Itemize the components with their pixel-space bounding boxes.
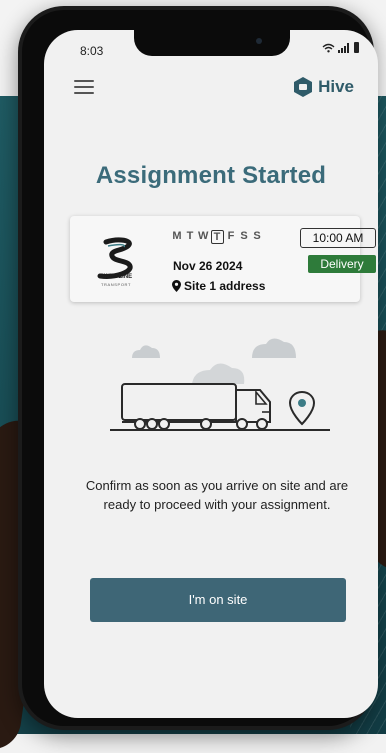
day-s: S	[240, 230, 249, 242]
im-on-site-button[interactable]: I'm on site	[90, 578, 346, 622]
cloud-icon	[192, 363, 245, 384]
day-s2: S	[253, 230, 262, 242]
location-pin-icon	[288, 390, 316, 426]
confirm-message: Confirm as soon as you arrive on site an…	[85, 478, 349, 512]
cloud-icon	[252, 338, 296, 358]
day-m: M	[172, 230, 183, 242]
signal-icon	[338, 42, 349, 53]
phone-frame: 8:03 Hive Assignment Started SWIFTLINE T…	[18, 6, 378, 730]
camera-icon	[256, 38, 262, 44]
wifi-icon	[322, 43, 335, 52]
truck-illustration	[110, 338, 330, 431]
menu-icon[interactable]	[74, 80, 96, 96]
phone-screen: 8:03 Hive Assignment Started SWIFTLINE T…	[44, 30, 378, 718]
company-logo-sub: TRANSPORT	[101, 282, 131, 287]
battery-icon	[354, 42, 359, 53]
status-time: 8:03	[80, 44, 104, 58]
assignment-time: 10:00 AM	[300, 228, 376, 248]
assignment-date: Nov 26 2024	[173, 259, 243, 273]
brand-name: Hive	[318, 77, 354, 96]
address-text: Site 1 address	[184, 279, 266, 293]
notch	[134, 30, 290, 56]
status-badge: Delivery	[308, 255, 376, 273]
company-logo-text: SWIFTLINE	[99, 274, 133, 280]
brand-logo: Hive	[292, 76, 354, 98]
map-pin-icon	[172, 280, 181, 292]
day-w: W	[198, 230, 210, 242]
day-t: T	[186, 230, 195, 242]
hive-hex-icon	[294, 77, 313, 97]
page-title: Assignment Started	[95, 162, 327, 189]
day-f: F	[227, 230, 236, 242]
weekday-selector: M T W T F S S	[172, 230, 263, 244]
cloud-icon	[132, 345, 160, 358]
assignment-address: Site 1 address	[172, 279, 265, 293]
status-icons	[322, 42, 360, 53]
day-t-selected: T	[211, 230, 224, 244]
